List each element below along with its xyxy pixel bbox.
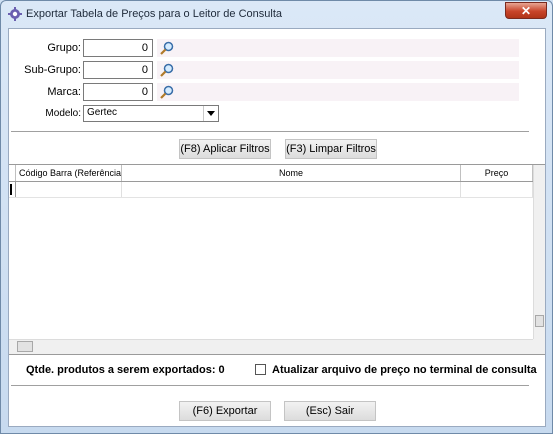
marca-label: Marca: — [47, 86, 81, 98]
divider — [11, 385, 529, 387]
grupo-label: Grupo: — [47, 42, 81, 54]
col-nome[interactable]: Nome — [122, 165, 461, 181]
modelo-selected-value: Gertec — [87, 107, 118, 118]
clear-filters-button[interactable]: (F3) Limpar Filtros — [285, 139, 377, 159]
cell-preco[interactable] — [461, 182, 533, 197]
close-icon: ✕ — [520, 4, 532, 18]
dialog-body: Grupo: 0 Sub-Grupo: 0 Marca: 0 Modelo: G… — [8, 28, 546, 427]
grid-header: Código Barra (Referência) Nome Preço — [9, 165, 533, 182]
app-gear-icon — [8, 7, 22, 21]
marca-row: Marca: — [9, 83, 81, 103]
apply-filters-button[interactable]: (F8) Aplicar Filtros — [179, 139, 271, 159]
table-row[interactable] — [9, 182, 533, 198]
title-bar[interactable]: Exportar Tabela de Preços para o Leitor … — [1, 1, 552, 27]
modelo-label: Modelo: — [45, 108, 81, 119]
cell-codigo[interactable] — [16, 182, 122, 197]
divider — [11, 131, 529, 133]
marca-input[interactable]: 0 — [83, 83, 153, 101]
products-grid[interactable]: Código Barra (Referência) Nome Preço — [9, 164, 545, 355]
modelo-row: Modelo: — [9, 105, 81, 125]
marca-search-icon[interactable] — [160, 85, 174, 99]
vertical-scroll-thumb[interactable] — [535, 315, 544, 327]
filter-band — [157, 39, 519, 57]
cell-nome[interactable] — [122, 182, 461, 197]
exit-button[interactable]: (Esc) Sair — [284, 401, 376, 421]
grupo-input[interactable]: 0 — [83, 39, 153, 57]
subgrupo-input[interactable]: 0 — [83, 61, 153, 79]
close-button[interactable]: ✕ — [505, 2, 547, 19]
subgrupo-label: Sub-Grupo: — [24, 64, 81, 76]
grupo-search-icon[interactable] — [160, 41, 174, 55]
scroll-corner — [533, 339, 545, 354]
grupo-row: Grupo: — [9, 39, 81, 59]
subgrupo-search-icon[interactable] — [160, 63, 174, 77]
subgrupo-row: Sub-Grupo: — [9, 61, 81, 81]
horizontal-scrollbar[interactable] — [9, 339, 534, 354]
row-cursor-icon — [9, 182, 16, 197]
filter-band — [157, 61, 519, 79]
filter-band — [157, 83, 519, 101]
chevron-down-icon[interactable] — [203, 106, 218, 121]
window-title: Exportar Tabela de Preços para o Leitor … — [26, 8, 283, 20]
update-terminal-checkbox[interactable] — [255, 364, 266, 375]
export-button[interactable]: (F6) Exportar — [179, 401, 271, 421]
export-count-text: Qtde. produtos a serem exportados: 0 — [26, 364, 225, 376]
col-codigo-barra[interactable]: Código Barra (Referência) — [16, 165, 122, 181]
update-terminal-label[interactable]: Atualizar arquivo de preço no terminal d… — [272, 364, 537, 376]
vertical-scrollbar[interactable] — [533, 165, 545, 339]
horizontal-scroll-thumb[interactable] — [17, 341, 33, 352]
col-preco[interactable]: Preço — [461, 165, 533, 181]
modelo-select[interactable]: Gertec — [83, 105, 219, 122]
export-price-table-window: Exportar Tabela de Preços para o Leitor … — [0, 0, 553, 434]
row-indicator-header — [9, 165, 16, 181]
